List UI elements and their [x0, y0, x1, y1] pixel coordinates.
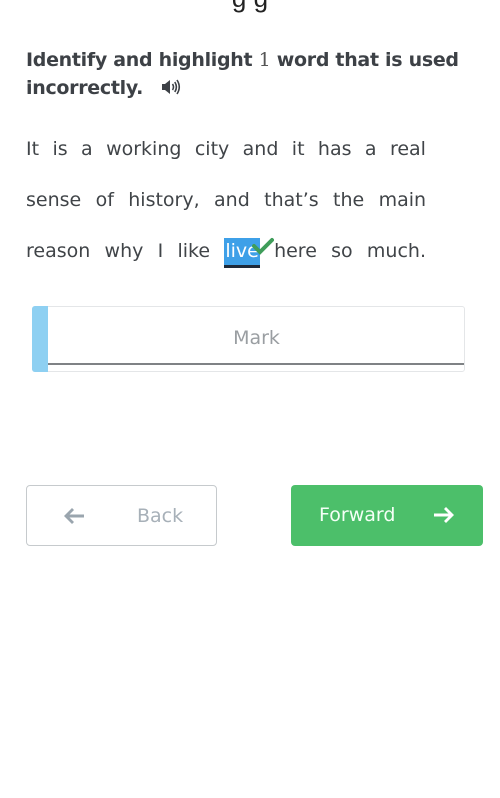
mark-button[interactable]: Mark: [32, 306, 465, 372]
arrow-left-icon: [63, 507, 85, 530]
passage-word[interactable]: why: [105, 240, 144, 262]
passage-word[interactable]: reason: [26, 240, 90, 262]
passage-word[interactable]: I: [158, 240, 164, 262]
passage-word[interactable]: a: [365, 138, 377, 160]
cut-off-heading: g g: [0, 0, 500, 14]
passage-text: It is a working city and it has a real s…: [26, 124, 426, 277]
passage-word[interactable]: so: [331, 240, 353, 262]
passage-word[interactable]: and: [214, 189, 250, 211]
checkmark-icon: [251, 224, 274, 275]
forward-button[interactable]: Forward: [291, 485, 483, 546]
back-label: Back: [137, 505, 184, 527]
forward-label: Forward: [319, 504, 396, 526]
arrow-right-icon: [433, 506, 455, 529]
passage-word[interactable]: much.: [367, 240, 426, 262]
passage-word[interactable]: here: [274, 240, 317, 262]
passage-word[interactable]: like: [177, 240, 210, 262]
mark-underline: [48, 363, 464, 365]
mark-label: Mark: [233, 327, 280, 349]
passage-word[interactable]: working: [106, 138, 181, 160]
passage-word[interactable]: it: [292, 138, 305, 160]
passage-word[interactable]: of: [96, 189, 114, 211]
passage-word[interactable]: is: [52, 138, 67, 160]
instruction-count: 1: [258, 49, 271, 71]
passage-word[interactable]: the: [333, 189, 364, 211]
passage-word[interactable]: has: [318, 138, 352, 160]
passage-word[interactable]: main: [379, 189, 426, 211]
passage-word[interactable]: real: [390, 138, 426, 160]
passage-word[interactable]: that’s: [264, 189, 319, 211]
passage-word[interactable]: sense: [26, 189, 81, 211]
question-instruction: Identify and highlight 1 word that is us…: [26, 46, 466, 103]
passage-word[interactable]: and: [243, 138, 279, 160]
passage-word[interactable]: It: [26, 138, 39, 160]
instruction-prefix: Identify and highlight: [26, 49, 259, 71]
mark-accent-bar: [32, 306, 48, 372]
passage-word[interactable]: a: [81, 138, 93, 160]
speaker-icon[interactable]: [161, 75, 181, 103]
back-button[interactable]: Back: [26, 485, 217, 546]
passage-word[interactable]: city: [195, 138, 229, 160]
passage-word[interactable]: history,: [128, 189, 199, 211]
highlighted-word[interactable]: live: [224, 238, 274, 268]
